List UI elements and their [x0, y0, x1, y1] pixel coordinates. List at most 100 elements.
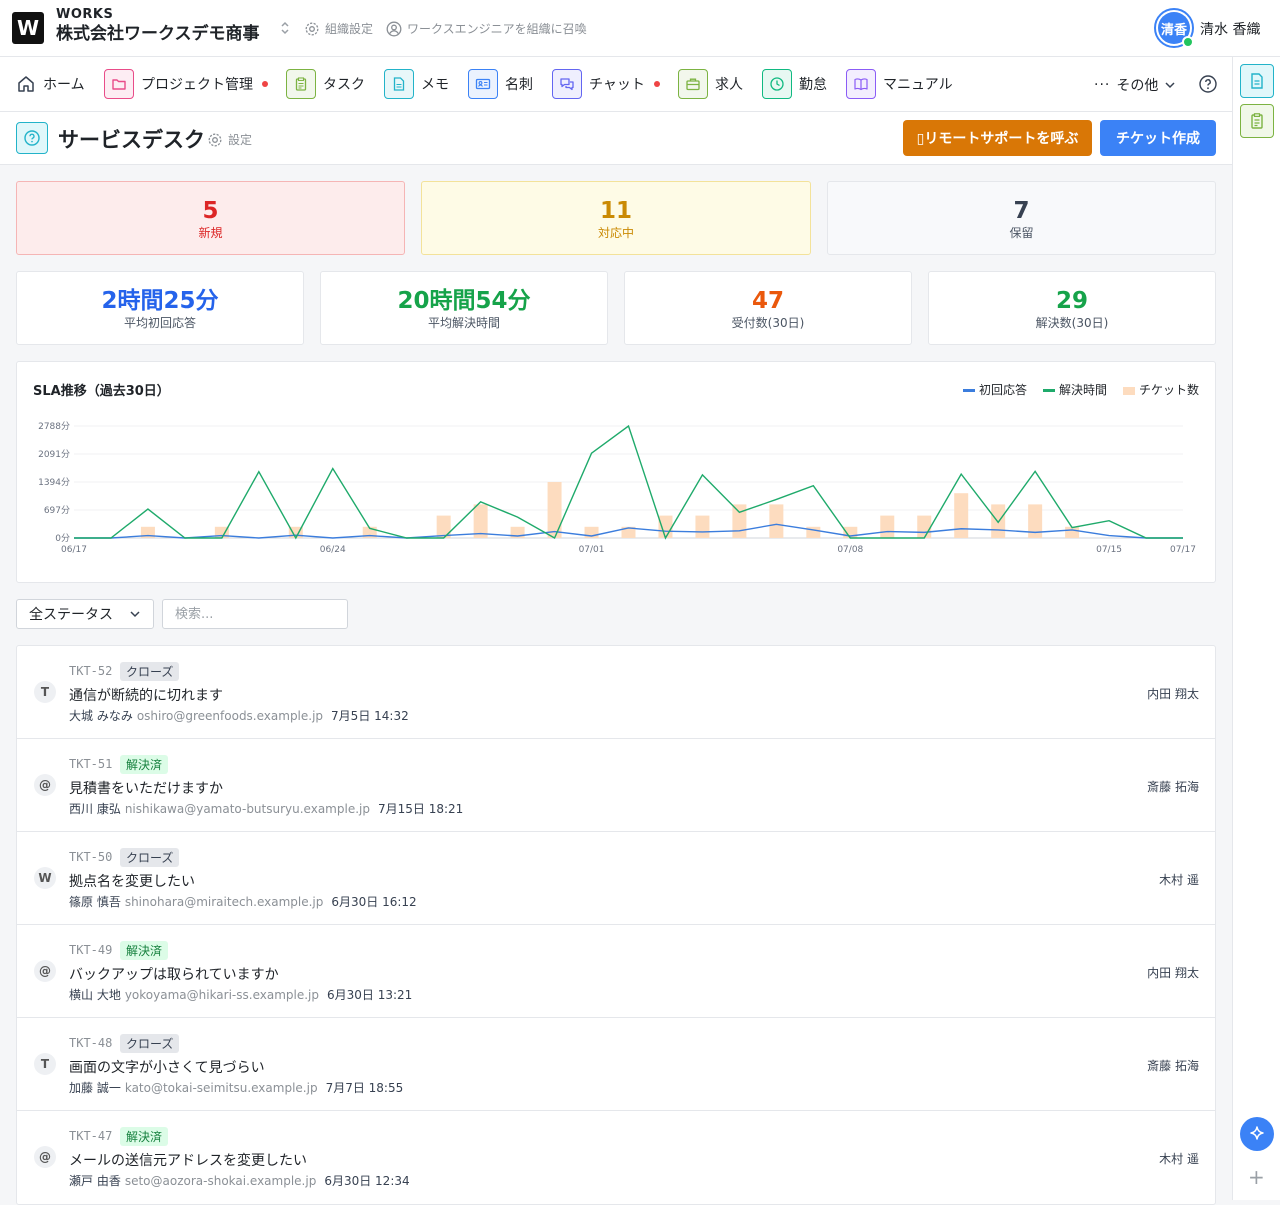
org-settings-link[interactable]: 組織設定	[304, 20, 373, 37]
x-tick-label: 06/17	[61, 545, 87, 555]
remote-support-button[interactable]: ▯リモートサポートを呼ぶ	[903, 120, 1092, 156]
ticket-meta: 横山 大地 yokoyama@hikari-ss.example.jp 6月30日 …	[69, 986, 412, 1003]
ticket-row[interactable]: @ TKT-47 解決済 メールの送信元アドレスを変更したい 瀬戸 由香 seto@aoz…	[17, 1111, 1215, 1204]
home-icon	[18, 76, 34, 92]
nav-item-label: 名刺	[505, 77, 533, 93]
ticket-channel-avatar: @	[34, 1146, 56, 1168]
nav-item-1[interactable]: タスク	[286, 69, 365, 99]
sla-chart-card: SLA推移（過去30日） 初回応答 解決時間 チケット数 0分 697分 1394分…	[16, 361, 1216, 583]
ticket-row[interactable]: W TKT-50 クローズ 拠点名を変更したい 篠原 慎吾 shinohara@mirai…	[17, 832, 1215, 925]
ticket-row[interactable]: T TKT-52 クローズ 通信が断続的に切れます 大城 みなみ oshiro@green…	[17, 646, 1215, 739]
ticket-count-bar	[547, 482, 562, 538]
nav-item-2[interactable]: メモ	[384, 69, 449, 99]
clipboard-icon	[1251, 113, 1263, 129]
document-icon	[384, 69, 414, 99]
nav-item-label: メモ	[421, 77, 449, 93]
create-ticket-button[interactable]: チケット作成	[1100, 120, 1216, 156]
ticket-row[interactable]: @ TKT-49 解決済 バックアップは取られていますか 横山 大地 yokoyama@h…	[17, 925, 1215, 1018]
nav-home[interactable]: ホーム	[16, 69, 85, 99]
gear-icon	[305, 22, 319, 35]
ticket-assignee: 斎藤 拓海	[1147, 780, 1199, 794]
ticket-status-badge: クローズ	[120, 1034, 180, 1053]
quick-memo-button[interactable]	[1240, 64, 1274, 98]
invite-engineer-link[interactable]: ワークスエンジニアを組織に召喚	[386, 20, 587, 37]
gear-icon	[208, 133, 222, 146]
y-tick-label: 2091分	[38, 449, 70, 460]
clock-icon	[762, 69, 792, 99]
user-name[interactable]: 清水 香織	[1200, 19, 1260, 39]
ticket-title: メールの送信元アドレスを変更したい	[69, 1153, 307, 1169]
ticket-email: oshiro@greenfoods.example.jp	[136, 709, 324, 723]
sparkle-icon	[1250, 1126, 1264, 1140]
metric-label: 受付数(30日)	[731, 316, 805, 330]
ticket-title: 見積書をいただけますか	[69, 781, 223, 797]
x-tick-label: 07/08	[837, 545, 863, 555]
stat-in-progress-label: 対応中	[597, 226, 634, 240]
ticket-status-badge: 解決済	[120, 1127, 169, 1146]
metric-avg-resolution: 20時間54分 平均解決時間	[320, 271, 608, 345]
page-settings-link[interactable]: 設定	[207, 131, 252, 148]
nav-item-7[interactable]: マニュアル	[846, 69, 953, 99]
stat-on-hold-value: 7	[1013, 198, 1030, 224]
ticket-status-badge: クローズ	[120, 662, 180, 681]
ticket-id: TKT-47	[69, 1129, 113, 1143]
metric-value: 29	[1055, 288, 1088, 314]
nav-item-0[interactable]: プロジェクト管理	[104, 69, 268, 99]
ticket-assignee: 木村 遥	[1159, 1152, 1199, 1166]
quick-task-button[interactable]	[1240, 104, 1274, 138]
page-title: サービスデスク	[58, 128, 205, 152]
ticket-count-bar	[732, 504, 747, 538]
nav-item-3[interactable]: 名刺	[468, 69, 533, 99]
x-tick-label: 07/01	[579, 545, 605, 555]
ticket-meta: 西川 康弘 nishikawa@yamato-butsuryu.example.j…	[69, 800, 463, 817]
ticket-channel-avatar: @	[34, 774, 56, 796]
x-tick-label: 07/15	[1096, 545, 1122, 555]
sla-chart: 0分 697分 1394分 2091分 2788分 06/17 06/24 07/01 07/0…	[38, 421, 1196, 555]
briefcase-icon	[678, 69, 708, 99]
stat-new[interactable]: 5 新規	[16, 181, 405, 255]
ticket-row[interactable]: T TKT-48 クローズ 画面の文字が小さくて見づらい 加藤 誠一 kato@tokai…	[17, 1018, 1215, 1111]
ticket-time: 7月15日 18:21	[377, 802, 464, 816]
nav-item-6[interactable]: 勤怠	[762, 69, 827, 99]
ai-assistant-button[interactable]	[1240, 1117, 1274, 1151]
metric-value: 47	[751, 288, 784, 314]
user-avatar[interactable]: 清香	[1154, 8, 1194, 48]
org-switcher[interactable]: WORKS 株式会社ワークスデモ商事	[56, 7, 260, 45]
status-filter-select[interactable]: 全ステータス	[16, 599, 154, 629]
ticket-time: 7月7日 18:55	[325, 1081, 404, 1095]
ticket-count-bar	[658, 515, 673, 538]
ticket-title: 通信が断続的に切れます	[69, 688, 223, 704]
add-shortcut-icon[interactable]: +	[1248, 1165, 1265, 1189]
top-bar: W WORKS 株式会社ワークスデモ商事 組織設定 ワークスエンジニアを組織に召…	[0, 0, 1280, 57]
nav-item-5[interactable]: 求人	[678, 69, 743, 99]
stat-in-progress[interactable]: 11 対応中	[421, 181, 811, 255]
ticket-row[interactable]: @ TKT-51 解決済 見積書をいただけますか 西川 康弘 nishikawa@yama…	[17, 739, 1215, 832]
metric-label: 解決数(30日)	[1035, 316, 1109, 330]
ticket-customer: 西川 康弘	[69, 802, 121, 816]
x-tick-label: 06/24	[320, 545, 346, 555]
ticket-search-input[interactable]	[162, 599, 348, 629]
ticket-meta: 加藤 誠一 kato@tokai-seimitsu.example.jp 7月7日 …	[69, 1079, 403, 1096]
ticket-title: 拠点名を変更したい	[69, 874, 195, 890]
works-logo[interactable]: W	[12, 12, 44, 44]
notification-dot	[653, 81, 660, 87]
stat-on-hold[interactable]: 7 保留	[827, 181, 1216, 255]
metric-avg-first-response: 2時間25分 平均初回応答	[16, 271, 304, 345]
chat-icon	[552, 69, 582, 99]
help-icon[interactable]	[1198, 74, 1218, 94]
ticket-email: kato@tokai-seimitsu.example.jp	[124, 1081, 318, 1095]
chevron-up-down-icon[interactable]	[279, 20, 291, 36]
ticket-id: TKT-50	[69, 850, 113, 864]
nav-item-label: マニュアル	[883, 77, 953, 93]
ticket-list: T TKT-52 クローズ 通信が断続的に切れます 大城 みなみ oshiro@green…	[16, 645, 1216, 1205]
ticket-email: shinohara@miraitech.example.jp	[124, 895, 324, 909]
nav-more-menu[interactable]: ··· その他	[1094, 75, 1176, 95]
ticket-assignee: 木村 遥	[1159, 873, 1199, 887]
ticket-assignee: 内田 翔太	[1147, 966, 1199, 980]
ticket-customer: 篠原 慎吾	[69, 895, 121, 909]
help-circle-icon	[16, 122, 48, 154]
id-card-icon	[468, 69, 498, 99]
ticket-customer: 大城 みなみ	[69, 709, 133, 723]
nav-item-4[interactable]: チャット	[552, 69, 660, 99]
ticket-count-bar	[806, 526, 821, 538]
